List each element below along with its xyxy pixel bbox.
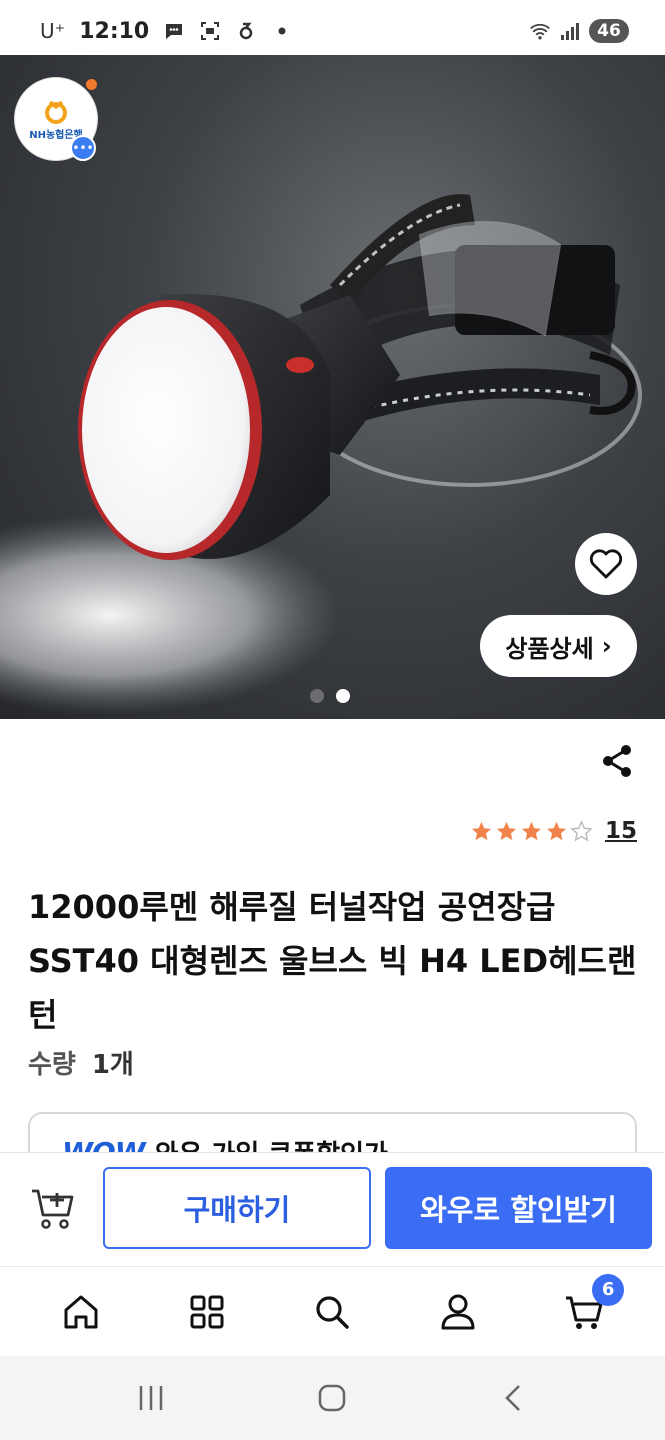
cart-add-icon	[32, 1189, 74, 1229]
chat-icon[interactable]: •••	[70, 135, 96, 161]
product-image-carousel[interactable]: NH농협은행 ••• 상품상세 ›	[0, 55, 665, 719]
carousel-dot-active[interactable]	[336, 689, 350, 703]
rating-stars	[470, 819, 593, 843]
quantity-value: 1개	[91, 1050, 134, 1080]
carrier-label: U⁺	[40, 19, 66, 43]
star-filled-icon	[546, 821, 567, 840]
share-icon	[603, 745, 631, 777]
cart-count-badge: 6	[592, 1273, 625, 1306]
wishlist-button[interactable]	[575, 533, 637, 595]
chevron-right-icon: ›	[601, 632, 612, 660]
system-navigation-bar	[0, 1356, 665, 1440]
tab-search[interactable]	[302, 1282, 362, 1342]
recent-apps-icon	[139, 1386, 163, 1410]
star-filled-icon	[471, 821, 492, 840]
search-icon	[316, 1295, 350, 1329]
home-icon	[64, 1295, 98, 1328]
back-icon	[505, 1385, 521, 1411]
tab-my-account[interactable]	[428, 1282, 488, 1342]
wow-discount-buy-button[interactable]: 와우로 할인받기	[385, 1167, 652, 1249]
heart-icon	[589, 549, 623, 579]
status-bar: U⁺ 12:10 46	[0, 0, 665, 62]
review-count-link[interactable]: 15	[605, 818, 637, 844]
status-left: U⁺ 12:10	[40, 19, 293, 44]
more-notifications-icon	[271, 20, 293, 42]
signal-icon	[559, 20, 581, 42]
back-nav-button[interactable]	[484, 1373, 544, 1423]
tab-categories[interactable]	[177, 1282, 237, 1342]
tab-cart[interactable]: 6	[554, 1273, 625, 1342]
app-notification-icon	[235, 20, 257, 42]
carousel-indicator	[310, 689, 350, 703]
messages-icon	[163, 20, 185, 42]
new-indicator-dot	[86, 79, 97, 90]
buy-button[interactable]: 구매하기	[103, 1167, 371, 1249]
wifi-icon	[529, 20, 551, 42]
grid-icon	[190, 1295, 224, 1328]
quantity-label: 수량	[28, 1050, 76, 1080]
share-button[interactable]	[598, 741, 636, 781]
tab-home[interactable]	[51, 1282, 111, 1342]
star-filled-icon	[496, 821, 517, 840]
person-icon	[441, 1294, 475, 1329]
carousel-dot[interactable]	[310, 689, 324, 703]
product-detail-button[interactable]: 상품상세 ›	[480, 615, 637, 677]
rating[interactable]: 15	[470, 818, 637, 844]
nh-bank-logo-icon	[45, 100, 67, 124]
screenshot-icon	[199, 20, 221, 42]
clock: 12:10	[79, 18, 150, 44]
star-filled-icon	[521, 821, 542, 840]
home-nav-button[interactable]	[302, 1373, 362, 1423]
product-detail-label: 상품상세	[505, 634, 594, 663]
star-empty-icon	[570, 819, 593, 842]
bottom-tab-bar: 6	[0, 1266, 665, 1356]
home-nav-icon	[319, 1384, 346, 1412]
product-title: 12000루멘 해루질 터널작업 공연장급 SST40 대형렌즈 울브스 빅 H…	[28, 888, 637, 1034]
status-right: 46	[529, 19, 629, 43]
quantity-row: 수량 1개	[28, 1044, 134, 1081]
recent-apps-button[interactable]	[121, 1373, 181, 1423]
purchase-action-bar: 구매하기 와우로 할인받기	[0, 1152, 665, 1264]
battery-indicator: 46	[589, 19, 629, 43]
add-to-cart-button[interactable]	[30, 1185, 76, 1231]
